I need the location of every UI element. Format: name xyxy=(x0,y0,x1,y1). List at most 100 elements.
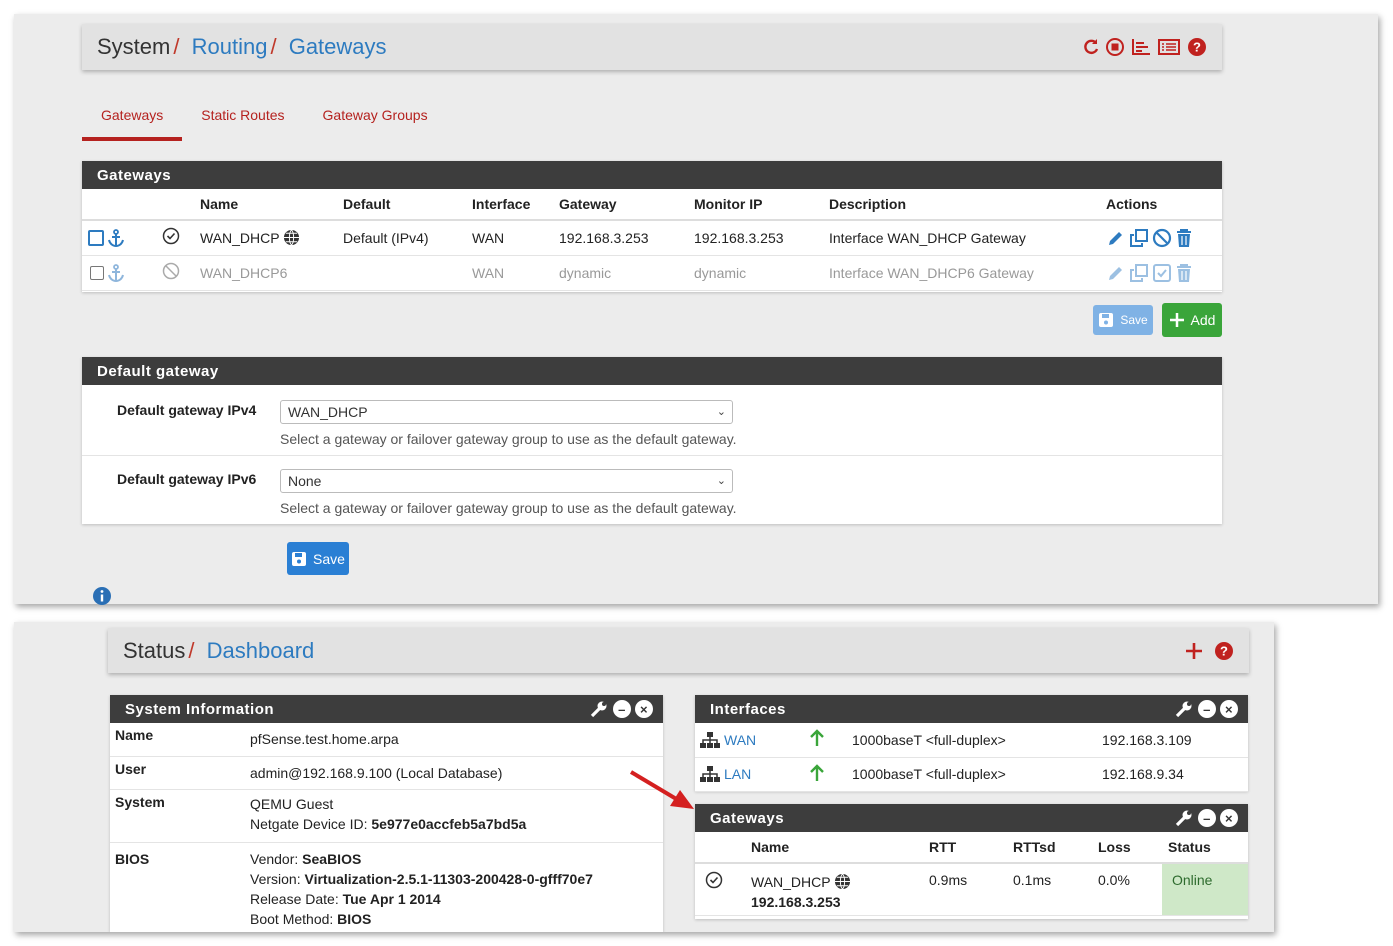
trash-icon[interactable] xyxy=(1175,263,1193,283)
device-id-label: Netgate Device ID: xyxy=(250,815,368,832)
col-name: Name xyxy=(745,832,923,864)
disable-icon[interactable] xyxy=(1152,228,1172,248)
wrench-icon[interactable] xyxy=(1174,699,1194,719)
device-id-value: 5e977e0accfeb5a7bd5a xyxy=(371,815,527,832)
add-widget-icon[interactable] xyxy=(1185,642,1203,660)
tab-bar: Gateways Static Routes Gateway Groups xyxy=(82,99,447,141)
ipv6-gateway-select[interactable]: None ⌄ xyxy=(280,469,733,493)
chevron-down-icon: ⌄ xyxy=(716,475,726,487)
ipv4-value: WAN_DHCP xyxy=(288,404,368,420)
ip-value: 192.168.9.34 xyxy=(1097,757,1248,792)
rttsd-value: 0.1ms xyxy=(1007,863,1092,916)
anchor-icon[interactable] xyxy=(106,228,126,248)
col-name: Name xyxy=(194,189,337,221)
ipv6-value: None xyxy=(288,473,322,489)
close-icon[interactable]: × xyxy=(1220,700,1238,718)
close-icon[interactable]: × xyxy=(1220,809,1238,827)
crumb-dashboard[interactable]: Dashboard xyxy=(207,638,315,663)
ipv4-gateway-select[interactable]: WAN_DHCP ⌄ xyxy=(280,400,733,424)
interface-row: WAN 1000baseT <full-duplex> 192.168.3.10… xyxy=(695,723,1248,758)
help-icon[interactable]: ? xyxy=(1186,36,1208,58)
interface-row: LAN 1000baseT <full-duplex> 192.168.9.34 xyxy=(695,757,1248,792)
globe-icon xyxy=(835,873,851,890)
ban-icon xyxy=(162,262,180,280)
info-icon[interactable] xyxy=(92,586,112,606)
breadcrumb: Status / Dashboard xyxy=(123,637,315,663)
widget-title: Interfaces xyxy=(710,700,786,718)
add-label: Add xyxy=(1190,312,1216,328)
version-value: Virtualization-2.5.1-11303-200428-0-gfff… xyxy=(304,870,593,887)
ipv4-label: Default gateway IPv4 xyxy=(117,402,257,418)
gateway-ip: 192.168.3.253 xyxy=(751,894,841,910)
user-value: admin@192.168.9.100 (Local Database) xyxy=(245,756,663,790)
gateway-name: WAN_DHCP6 xyxy=(194,255,337,291)
ipv6-help: Select a gateway or failover gateway gro… xyxy=(280,500,737,516)
anchor-icon[interactable] xyxy=(106,263,126,283)
table-row: WAN_DHCP 192.168.3.253 0.9ms 0.1ms 0.0% … xyxy=(695,863,1248,916)
list-icon[interactable] xyxy=(1157,37,1181,57)
minimize-icon[interactable]: – xyxy=(613,700,631,718)
gateways-table: Name Default Interface Gateway Monitor I… xyxy=(82,189,1222,291)
gateways-panel: Gateways Name Default Interface Gateway … xyxy=(82,161,1222,292)
check-circle-icon xyxy=(162,228,180,245)
row-checkbox[interactable] xyxy=(88,229,104,246)
save-label: Save xyxy=(1120,313,1148,327)
row-label: Name xyxy=(110,723,245,757)
breadcrumb: System / Routing / Gateways xyxy=(97,34,387,59)
close-icon[interactable]: × xyxy=(635,700,653,718)
tab-gateway-groups[interactable]: Gateway Groups xyxy=(304,99,447,141)
crumb-status: Status xyxy=(123,637,186,663)
edit-icon[interactable] xyxy=(1106,263,1126,283)
copy-icon[interactable] xyxy=(1129,263,1149,283)
widget-header: Gateways – × xyxy=(695,804,1248,832)
minimize-icon[interactable]: – xyxy=(1198,809,1216,827)
network-icon xyxy=(700,766,720,782)
copy-icon[interactable] xyxy=(1129,228,1149,248)
minimize-icon[interactable]: – xyxy=(1198,700,1216,718)
crumb-gateways[interactable]: Gateways xyxy=(289,34,387,59)
gateway-name: WAN_DHCP xyxy=(200,230,280,247)
save-button[interactable]: Save xyxy=(287,542,349,575)
version-label: Version: xyxy=(250,870,301,887)
tab-gateways[interactable]: Gateways xyxy=(82,99,183,141)
media-value: 1000baseT <full-duplex> xyxy=(847,723,1097,758)
interface-link[interactable]: LAN xyxy=(724,766,751,782)
arrow-up-icon xyxy=(810,763,824,781)
wrench-icon[interactable] xyxy=(1174,808,1194,828)
panel-title: Default gateway xyxy=(82,357,1222,385)
vendor-label: Vendor: xyxy=(250,850,299,867)
status-badge: Online xyxy=(1162,863,1248,916)
chart-icon[interactable] xyxy=(1130,37,1152,57)
interface-link[interactable]: WAN xyxy=(724,732,756,748)
gateway-default: Default (IPv4) xyxy=(337,220,466,256)
stop-icon[interactable] xyxy=(1105,37,1125,57)
boot-value: BIOS xyxy=(337,910,372,927)
default-gateway-panel: Default gateway Default gateway IPv4 WAN… xyxy=(82,357,1222,524)
col-interface: Interface xyxy=(466,189,553,221)
gateway-description: Interface WAN_DHCP6 Gateway xyxy=(823,255,1100,291)
wrench-icon[interactable] xyxy=(589,699,609,719)
edit-icon[interactable] xyxy=(1106,228,1126,248)
system-info-table: Name pfSense.test.home.arpa User admin@192… xyxy=(110,723,663,932)
add-button[interactable]: Add xyxy=(1162,303,1222,337)
enable-icon[interactable] xyxy=(1152,263,1172,283)
save-icon xyxy=(1099,313,1114,327)
col-default: Default xyxy=(337,189,466,221)
panel-title: Gateways xyxy=(82,161,1222,189)
col-status: Status xyxy=(1162,832,1248,864)
trash-icon[interactable] xyxy=(1175,228,1193,248)
row-checkbox[interactable] xyxy=(90,265,104,280)
reload-icon[interactable] xyxy=(1082,38,1100,56)
rtt-value: 0.9ms xyxy=(923,863,1007,916)
release-value: Tue Apr 1 2014 xyxy=(342,890,441,907)
col-description: Description xyxy=(823,189,1100,221)
col-gateway: Gateway xyxy=(553,189,688,221)
help-icon[interactable]: ? xyxy=(1213,640,1235,662)
boot-label: Boot Method: xyxy=(250,910,334,927)
tab-static-routes[interactable]: Static Routes xyxy=(182,99,303,141)
crumb-routing[interactable]: Routing xyxy=(192,34,268,59)
gateway-interface: WAN xyxy=(466,255,553,291)
svg-text:?: ? xyxy=(1193,40,1201,55)
widget-title: System Information xyxy=(125,700,275,718)
save-button-disabled[interactable]: Save xyxy=(1093,305,1153,335)
